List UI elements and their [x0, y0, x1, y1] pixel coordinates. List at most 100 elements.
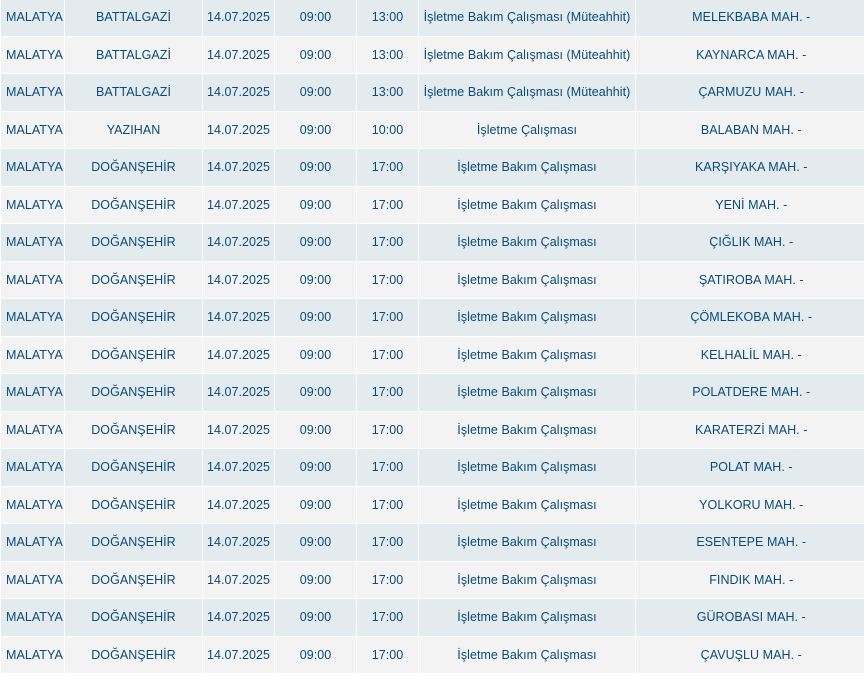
cell-date: 14.07.2025 — [202, 598, 275, 637]
cell-date: 14.07.2025 — [202, 298, 275, 337]
cell-start-time: 09:00 — [274, 35, 357, 74]
cell-start-time: 09:00 — [274, 598, 357, 637]
cell-date: 14.07.2025 — [202, 73, 275, 112]
cell-end-time: 17:00 — [356, 485, 419, 524]
cell-province: MALATYA — [0, 410, 65, 449]
cell-province: MALATYA — [0, 635, 65, 674]
cell-district: DOĞANŞEHİR — [64, 223, 203, 262]
table-row: MALATYA DOĞANŞEHİR 14.07.2025 09:00 17:00 İşl… — [0, 148, 864, 187]
cell-neighborhood: ŞATIROBA MAH. - — [635, 260, 864, 299]
cell-province: MALATYA — [0, 373, 65, 412]
cell-start-time: 09:00 — [274, 260, 357, 299]
cell-end-time: 17:00 — [356, 335, 419, 374]
cell-end-time: 17:00 — [356, 560, 419, 599]
cell-reason: İşletme Çalışması — [418, 110, 636, 149]
cell-start-time: 09:00 — [274, 335, 357, 374]
cell-end-time: 13:00 — [356, 0, 419, 37]
cell-end-time: 17:00 — [356, 260, 419, 299]
cell-province: MALATYA — [0, 260, 65, 299]
cell-neighborhood: MELEKBABA MAH. - — [635, 0, 864, 37]
table-row: MALATYA DOĞANŞEHİR 14.07.2025 09:00 17:00 İşl… — [0, 635, 864, 674]
cell-date: 14.07.2025 — [202, 448, 275, 487]
cell-end-time: 13:00 — [356, 35, 419, 74]
cell-district: BATTALGAZİ — [64, 0, 203, 37]
cell-date: 14.07.2025 — [202, 410, 275, 449]
table-row: MALATYA DOĞANŞEHİR 14.07.2025 09:00 17:00 İşl… — [0, 598, 864, 637]
cell-start-time: 09:00 — [274, 635, 357, 674]
cell-neighborhood: FINDIK MAH. - — [635, 560, 864, 599]
cell-start-time: 09:00 — [274, 560, 357, 599]
table-row: MALATYA BATTALGAZİ 14.07.2025 09:00 13:00 İşl… — [0, 73, 864, 112]
cell-neighborhood: POLATDERE MAH. - — [635, 373, 864, 412]
cell-neighborhood: YENİ MAH. - — [635, 185, 864, 224]
table-row: MALATYA DOĞANŞEHİR 14.07.2025 09:00 17:00 İşl… — [0, 560, 864, 599]
cell-district: DOĞANŞEHİR — [64, 598, 203, 637]
cell-district: YAZIHAN — [64, 110, 203, 149]
cell-reason: İşletme Bakım Çalışması (Müteahhit) — [418, 0, 636, 37]
cell-date: 14.07.2025 — [202, 335, 275, 374]
cell-start-time: 09:00 — [274, 485, 357, 524]
cell-district: DOĞANŞEHİR — [64, 635, 203, 674]
cell-province: MALATYA — [0, 0, 65, 37]
cell-date: 14.07.2025 — [202, 110, 275, 149]
outage-table: MALATYA BATTALGAZİ 14.07.2025 09:00 13:00 İşl… — [0, 0, 864, 674]
cell-neighborhood: YOLKORU MAH. - — [635, 485, 864, 524]
cell-date: 14.07.2025 — [202, 148, 275, 187]
table-row: MALATYA DOĞANŞEHİR 14.07.2025 09:00 17:00 İşl… — [0, 185, 864, 224]
cell-district: DOĞANŞEHİR — [64, 485, 203, 524]
cell-neighborhood: GÜROBASI MAH. - — [635, 598, 864, 637]
cell-end-time: 17:00 — [356, 523, 419, 562]
cell-date: 14.07.2025 — [202, 485, 275, 524]
cell-end-time: 17:00 — [356, 598, 419, 637]
cell-end-time: 17:00 — [356, 635, 419, 674]
cell-neighborhood: ÇAVUŞLU MAH. - — [635, 635, 864, 674]
cell-date: 14.07.2025 — [202, 260, 275, 299]
table-row: MALATYA DOĞANŞEHİR 14.07.2025 09:00 17:00 İşl… — [0, 448, 864, 487]
cell-neighborhood: ESENTEPE MAH. - — [635, 523, 864, 562]
cell-neighborhood: KARATERZİ MAH. - — [635, 410, 864, 449]
cell-district: DOĞANŞEHİR — [64, 410, 203, 449]
cell-neighborhood: BALABAN MAH. - — [635, 110, 864, 149]
cell-start-time: 09:00 — [274, 223, 357, 262]
cell-district: DOĞANŞEHİR — [64, 373, 203, 412]
cell-reason: İşletme Bakım Çalışması — [418, 148, 636, 187]
cell-district: DOĞANŞEHİR — [64, 523, 203, 562]
cell-reason: İşletme Bakım Çalışması — [418, 335, 636, 374]
cell-start-time: 09:00 — [274, 523, 357, 562]
table-row: MALATYA DOĞANŞEHİR 14.07.2025 09:00 17:00 İşl… — [0, 223, 864, 262]
cell-reason: İşletme Bakım Çalışması — [418, 485, 636, 524]
cell-reason: İşletme Bakım Çalışması — [418, 185, 636, 224]
table-row: MALATYA DOĞANŞEHİR 14.07.2025 09:00 17:00 İşl… — [0, 410, 864, 449]
cell-start-time: 09:00 — [274, 185, 357, 224]
cell-neighborhood: POLAT MAH. - — [635, 448, 864, 487]
cell-date: 14.07.2025 — [202, 223, 275, 262]
cell-neighborhood: ÇIĞLIK MAH. - — [635, 223, 864, 262]
cell-province: MALATYA — [0, 110, 65, 149]
cell-province: MALATYA — [0, 560, 65, 599]
cell-reason: İşletme Bakım Çalışması (Müteahhit) — [418, 35, 636, 74]
cell-start-time: 09:00 — [274, 148, 357, 187]
cell-neighborhood: KARŞIYAKA MAH. - — [635, 148, 864, 187]
cell-district: DOĞANŞEHİR — [64, 448, 203, 487]
cell-province: MALATYA — [0, 335, 65, 374]
cell-district: BATTALGAZİ — [64, 73, 203, 112]
cell-end-time: 17:00 — [356, 185, 419, 224]
cell-district: DOĞANŞEHİR — [64, 185, 203, 224]
table-row: MALATYA BATTALGAZİ 14.07.2025 09:00 13:00 İşl… — [0, 35, 864, 74]
cell-end-time: 17:00 — [356, 410, 419, 449]
cell-start-time: 09:00 — [274, 410, 357, 449]
cell-start-time: 09:00 — [274, 448, 357, 487]
table-row: MALATYA DOĞANŞEHİR 14.07.2025 09:00 17:00 İşl… — [0, 335, 864, 374]
cell-end-time: 13:00 — [356, 73, 419, 112]
cell-neighborhood: KELHALİL MAH. - — [635, 335, 864, 374]
cell-end-time: 17:00 — [356, 448, 419, 487]
cell-neighborhood: KAYNARCA MAH. - — [635, 35, 864, 74]
cell-reason: İşletme Bakım Çalışması — [418, 410, 636, 449]
cell-district: DOĞANŞEHİR — [64, 335, 203, 374]
cell-province: MALATYA — [0, 35, 65, 74]
cell-date: 14.07.2025 — [202, 373, 275, 412]
cell-district: DOĞANŞEHİR — [64, 260, 203, 299]
cell-end-time: 17:00 — [356, 223, 419, 262]
cell-reason: İşletme Bakım Çalışması — [418, 223, 636, 262]
cell-province: MALATYA — [0, 598, 65, 637]
